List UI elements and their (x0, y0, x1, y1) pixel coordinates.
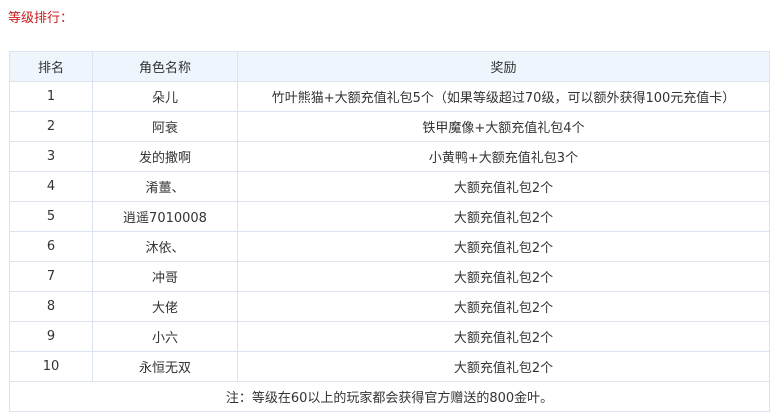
table-row: 9 小六 大额充值礼包2个 (9, 321, 770, 352)
rank-cell: 2 (9, 111, 93, 142)
table-row: 6 沐依、 大额充值礼包2个 (9, 231, 770, 262)
player-name-cell: 大佬 (92, 291, 238, 322)
reward-cell: 大额充值礼包2个 (237, 171, 770, 202)
rank-cell: 3 (9, 141, 93, 172)
player-name-cell: 发的撒啊 (92, 141, 238, 172)
column-header-name: 角色名称 (92, 51, 238, 82)
player-name-cell: 永恒无双 (92, 351, 238, 382)
table-row: 10 永恒无双 大额充值礼包2个 (9, 351, 770, 382)
column-header-reward: 奖励 (237, 51, 770, 82)
reward-cell: 大额充值礼包2个 (237, 351, 770, 382)
rank-cell: 8 (9, 291, 93, 322)
column-header-rank: 排名 (9, 51, 93, 82)
table-row: 1 朵儿 竹叶熊猫+大额充值礼包5个（如果等级超过70级，可以额外获得100元充… (9, 81, 770, 112)
reward-cell: 大额充值礼包2个 (237, 291, 770, 322)
rank-cell: 10 (9, 351, 93, 382)
player-name-cell: 冲哥 (92, 261, 238, 292)
reward-cell: 大额充值礼包2个 (237, 201, 770, 232)
table-note-row: 注：等级在60以上的玩家都会获得官方赠送的800金叶。 (9, 381, 770, 412)
reward-cell: 小黄鸭+大额充值礼包3个 (237, 141, 770, 172)
reward-cell: 大额充值礼包2个 (237, 231, 770, 262)
reward-cell: 竹叶熊猫+大额充值礼包5个（如果等级超过70级，可以额外获得100元充值卡） (237, 81, 770, 112)
rank-cell: 7 (9, 261, 93, 292)
table-header-row: 排名 角色名称 奖励 (9, 51, 770, 82)
rank-cell: 9 (9, 321, 93, 352)
table-row: 4 淆薑、 大额充值礼包2个 (9, 171, 770, 202)
player-name-cell: 小六 (92, 321, 238, 352)
player-name-cell: 逍遥7010008 (92, 201, 238, 232)
page-title: 等级排行： (8, 11, 74, 26)
table-row: 7 冲哥 大额充值礼包2个 (9, 261, 770, 292)
rank-cell: 4 (9, 171, 93, 202)
reward-cell: 铁甲魔像+大额充值礼包4个 (237, 111, 770, 142)
reward-cell: 大额充值礼包2个 (237, 261, 770, 292)
player-name-cell: 朵儿 (92, 81, 238, 112)
rank-cell: 1 (9, 81, 93, 112)
player-name-cell: 沐依、 (92, 231, 238, 262)
rank-cell: 6 (9, 231, 93, 262)
table-note: 注：等级在60以上的玩家都会获得官方赠送的800金叶。 (9, 381, 770, 412)
table-row: 5 逍遥7010008 大额充值礼包2个 (9, 201, 770, 232)
player-name-cell: 阿衰 (92, 111, 238, 142)
player-name-cell: 淆薑、 (92, 171, 238, 202)
table-row: 2 阿衰 铁甲魔像+大额充值礼包4个 (9, 111, 770, 142)
reward-cell: 大额充值礼包2个 (237, 321, 770, 352)
table-row: 3 发的撒啊 小黄鸭+大额充值礼包3个 (9, 141, 770, 172)
rank-cell: 5 (9, 201, 93, 232)
level-ranking-table: 排名 角色名称 奖励 1 朵儿 竹叶熊猫+大额充值礼包5个（如果等级超过70级，… (9, 51, 770, 412)
table-row: 8 大佬 大额充值礼包2个 (9, 291, 770, 322)
